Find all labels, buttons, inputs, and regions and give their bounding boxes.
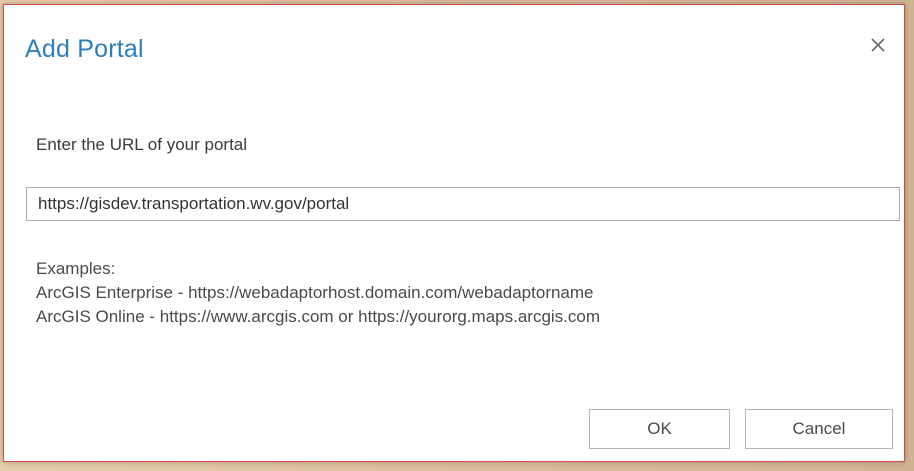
ok-button[interactable]: OK bbox=[589, 409, 730, 449]
example-online: ArcGIS Online - https://www.arcgis.com o… bbox=[36, 307, 601, 326]
examples-heading: Examples: bbox=[36, 259, 116, 278]
add-portal-dialog: Add Portal Enter the URL of your portal … bbox=[3, 4, 905, 462]
close-button[interactable] bbox=[866, 33, 890, 57]
portal-url-input[interactable] bbox=[26, 187, 900, 221]
example-enterprise: ArcGIS Enterprise - https://webadaptorho… bbox=[36, 283, 594, 302]
close-icon bbox=[871, 38, 885, 52]
dialog-title: Add Portal bbox=[25, 35, 144, 63]
examples-block: Examples: ArcGIS Enterprise - https://we… bbox=[36, 257, 600, 329]
cancel-button[interactable]: Cancel bbox=[745, 409, 893, 449]
url-prompt-label: Enter the URL of your portal bbox=[36, 135, 248, 154]
